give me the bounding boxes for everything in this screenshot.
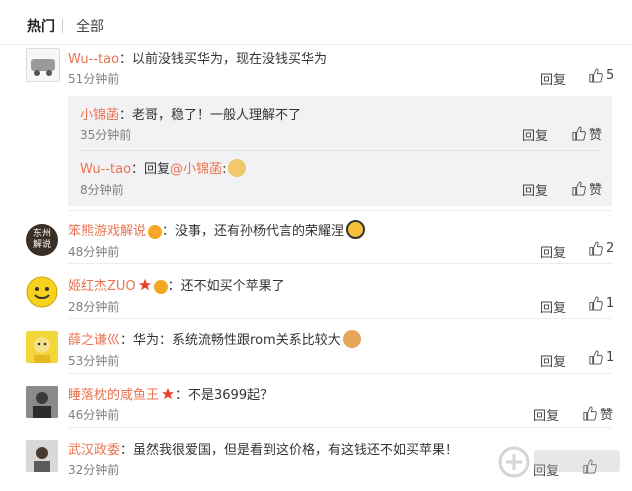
like-button[interactable]: 赞 bbox=[582, 404, 613, 423]
user-name[interactable]: 姬红杰ZUO bbox=[68, 279, 136, 294]
like-label: 赞 bbox=[600, 408, 614, 423]
comment-text: ：华为：系统流畅性跟rom关系比较大 bbox=[120, 333, 341, 348]
user-name[interactable]: Wu--tao bbox=[68, 52, 119, 67]
reply-button[interactable]: 回复 bbox=[540, 297, 566, 316]
divider bbox=[68, 427, 612, 428]
like-button[interactable]: 赞 bbox=[571, 124, 602, 143]
like-button[interactable]: 5 bbox=[588, 68, 614, 83]
timestamp: 32分钟前 bbox=[68, 463, 120, 477]
reply-text: : bbox=[222, 162, 227, 177]
reply-button[interactable]: 回复 bbox=[522, 125, 548, 144]
reply-text: ：回复 bbox=[131, 162, 171, 177]
reply-button[interactable]: 回复 bbox=[522, 180, 548, 199]
avatar[interactable]: 东州解说 bbox=[26, 224, 58, 256]
comment-body: 姬红杰ZUO ：还不如买个苹果了 bbox=[68, 275, 285, 294]
avatar-label: 东州解说 bbox=[32, 229, 51, 250]
reply-button[interactable]: 回复 bbox=[540, 242, 566, 261]
user-name[interactable]: 武汉政委 bbox=[68, 443, 120, 458]
timestamp: 35分钟前 bbox=[80, 128, 132, 142]
badge-icon bbox=[148, 225, 163, 239]
thumbs-up-icon bbox=[589, 241, 603, 256]
cat-emoji-icon bbox=[342, 330, 361, 348]
like-button[interactable]: 赞 bbox=[571, 179, 602, 198]
timestamp: 53分钟前 bbox=[68, 354, 120, 368]
timestamp: 48分钟前 bbox=[68, 245, 120, 259]
user-name[interactable]: 小锦菡 bbox=[80, 108, 119, 123]
thumbs-up-icon bbox=[589, 296, 603, 311]
comment-text: ：以前没钱买华为，现在没钱买华为 bbox=[119, 52, 328, 67]
timestamp: 46分钟前 bbox=[68, 408, 120, 422]
like-label: 赞 bbox=[589, 128, 603, 143]
like-count: 1 bbox=[606, 296, 615, 311]
star-badge-icon bbox=[161, 387, 175, 400]
avatar[interactable] bbox=[26, 276, 58, 308]
avatar[interactable] bbox=[26, 440, 58, 472]
comment-body: 薛之谦巛：华为：系统流畅性跟rom关系比较大 bbox=[68, 329, 361, 348]
comment-body: 笨熊游戏解说 ：没事，还有孙杨代言的荣耀涅 bbox=[68, 220, 366, 239]
reply-text: ：老哥，稳了！一般人理解不了 bbox=[119, 108, 302, 123]
dog-emoji-icon bbox=[228, 159, 247, 177]
mention-link[interactable]: @小锦菡 bbox=[170, 162, 222, 177]
thumbs-up-icon bbox=[589, 350, 603, 365]
cool-emoji-icon bbox=[346, 220, 366, 239]
avatar[interactable] bbox=[26, 331, 58, 363]
comment-tabs: 热门 全部 bbox=[0, 0, 632, 45]
comment-body: 武汉政委：虽然我很爱国，但是看到这价格，有这钱还不如买苹果！ bbox=[68, 439, 458, 458]
tab-hot[interactable]: 热门 bbox=[27, 16, 55, 36]
reply-button[interactable]: 回复 bbox=[540, 69, 566, 88]
comment-text: ：虽然我很爱国，但是看到这价格，有这钱还不如买苹果！ bbox=[120, 443, 459, 458]
comment-body: 睡落枕的咸鱼王 ：不是3699起？ bbox=[68, 384, 273, 403]
divider bbox=[68, 373, 612, 374]
avatar[interactable] bbox=[26, 386, 58, 418]
like-button[interactable]: 2 bbox=[588, 241, 614, 256]
like-count: 1 bbox=[606, 350, 615, 365]
tab-divider bbox=[62, 19, 63, 33]
like-label: 赞 bbox=[589, 183, 603, 198]
tab-all[interactable]: 全部 bbox=[76, 16, 104, 36]
divider bbox=[68, 263, 612, 264]
timestamp: 28分钟前 bbox=[68, 300, 120, 314]
comment-text: ：不是3699起？ bbox=[175, 388, 274, 403]
like-count: 5 bbox=[606, 68, 615, 83]
user-name[interactable]: 薛之谦巛 bbox=[68, 333, 120, 348]
like-button[interactable]: 1 bbox=[588, 296, 614, 311]
comment-text: ：没事，还有孙杨代言的荣耀涅 bbox=[162, 224, 345, 239]
reply-body: 小锦菡：老哥，稳了！一般人理解不了 bbox=[80, 104, 301, 123]
thumbs-up-icon bbox=[572, 181, 586, 196]
user-name[interactable]: Wu--tao bbox=[80, 162, 131, 177]
reply-button[interactable]: 回复 bbox=[533, 405, 559, 424]
comment-body: Wu--tao：以前没钱买华为，现在没钱买华为 bbox=[68, 48, 327, 67]
thumbs-up-icon bbox=[572, 126, 586, 141]
reply-body: Wu--tao：回复@小锦菡: bbox=[80, 158, 247, 177]
user-name[interactable]: 睡落枕的咸鱼王 bbox=[68, 388, 159, 403]
like-button[interactable]: 1 bbox=[588, 350, 614, 365]
comment-text: ：还不如买个苹果了 bbox=[167, 279, 285, 294]
watermark-logo bbox=[498, 446, 620, 478]
timestamp: 51分钟前 bbox=[68, 72, 120, 86]
divider bbox=[68, 318, 612, 319]
like-count: 2 bbox=[606, 241, 615, 256]
thumbs-up-icon bbox=[589, 68, 603, 83]
divider bbox=[80, 150, 600, 151]
star-badge-icon bbox=[138, 278, 151, 291]
divider bbox=[68, 210, 612, 211]
badge-icon bbox=[153, 280, 168, 294]
reply-button[interactable]: 回复 bbox=[540, 351, 566, 370]
thumbs-up-icon bbox=[583, 406, 597, 421]
timestamp: 8分钟前 bbox=[80, 183, 124, 197]
avatar[interactable] bbox=[26, 48, 60, 82]
user-name[interactable]: 笨熊游戏解说 bbox=[68, 224, 146, 239]
